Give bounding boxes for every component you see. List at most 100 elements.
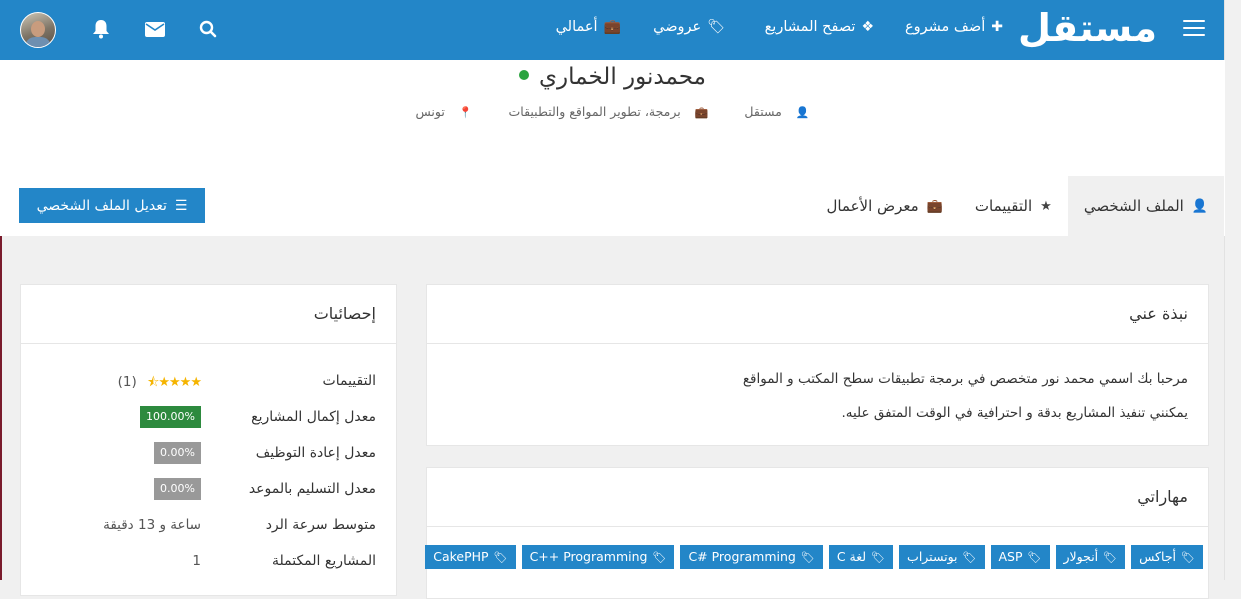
plus-icon: ✚ [991, 19, 1003, 35]
tab-portfolio-label: معرض الأعمال [826, 197, 919, 215]
stats-label: متوسط سرعة الرد [265, 517, 376, 533]
tag-icon: 🏷 [493, 551, 508, 564]
stats-label: معدل إكمال المشاريع [251, 409, 376, 425]
edit-profile-label: تعديل الملف الشخصي [36, 197, 167, 214]
page-scrollbar[interactable] [1224, 0, 1241, 580]
skills-list: 🏷 أجاكس 🏷 أنجولار 🏷 ASP 🏷 بوتستراب 🏷 لغة C 🏷 C… [419, 545, 1203, 569]
nav-my-works-label: أعمالي [555, 19, 598, 35]
skill-tag-label: لغة C [836, 549, 867, 564]
completion-rate-badge: 100.00% [140, 406, 201, 428]
stats-row-response: متوسط سرعة الرد ساعة و 13 دقيقة [21, 509, 396, 545]
stats-row-completed: المشاريع المكتملة 1 [21, 545, 396, 581]
hamburger-menu-icon[interactable] [1183, 20, 1205, 38]
map-marker-icon: 📍 [458, 106, 473, 119]
skill-tag[interactable]: 🏷 بوتستراب [899, 545, 985, 569]
about-text: مرحبا بك اسمي محمد نور متخصص في برمجة تط… [427, 344, 1208, 430]
tag-icon: 🏷 [962, 551, 977, 564]
rating-stars-icon: ★★★★⯪ [147, 375, 202, 390]
user-icon: 👤 [795, 106, 810, 119]
nav-add-project-label: أضف مشروع [904, 19, 986, 35]
rehire-rate-badge: 0.00% [154, 442, 201, 464]
ticket-icon: 🏷 [707, 19, 725, 35]
skill-tag[interactable]: 🏷 CakePHP [425, 545, 516, 569]
stats-row-rating: التقييمات ★★★★⯪ (1) [21, 365, 396, 401]
about-title: نبذة عني [427, 285, 1208, 344]
stats-value: 1 [192, 553, 201, 569]
stats-value: 100.00% [21, 406, 201, 428]
skill-tag-label: CakePHP [433, 549, 489, 564]
profile-specialty: 💼 برمجة، تطوير المواقع والتطبيقات [501, 104, 717, 119]
profile-location: 📍 تونس [407, 104, 480, 119]
stats-panel: إحصائيات التقييمات ★★★★⯪ (1) معدل إكمال … [20, 284, 397, 596]
stats-value: ساعة و 13 دقيقة [103, 517, 201, 533]
skills-title: مهاراتي [427, 468, 1208, 527]
stats-label: التقييمات [322, 373, 376, 389]
site-logo[interactable]: مستقل [1018, 6, 1157, 50]
stats-label: معدل إعادة التوظيف [255, 445, 376, 461]
stats-title: إحصائيات [21, 285, 396, 344]
tab-profile[interactable]: 👤 الملف الشخصي [1067, 176, 1224, 236]
tag-icon: 🏷 [652, 551, 667, 564]
nav-browse-projects-label: تصفح المشاريع [764, 19, 856, 35]
edit-profile-button[interactable]: ☰ تعديل الملف الشخصي [19, 188, 205, 223]
skill-tag[interactable]: 🏷 أجاكس [1131, 545, 1203, 569]
tag-icon: 🏷 [871, 551, 886, 564]
about-line: مرحبا بك اسمي محمد نور متخصص في برمجة تط… [742, 371, 1188, 387]
ontime-rate-badge: 0.00% [154, 478, 201, 500]
about-panel: نبذة عني مرحبا بك اسمي محمد نور متخصص في… [426, 284, 1209, 446]
nav-browse-projects[interactable]: ❖ تصفح المشاريع [765, 19, 874, 35]
nav-my-works[interactable]: 💼 أعمالي [556, 19, 621, 35]
stats-label: معدل التسليم بالموعد [248, 481, 376, 497]
nav-add-project[interactable]: ✚ أضف مشروع [905, 19, 1003, 35]
skill-tag[interactable]: 🏷 C++ Programming [521, 545, 675, 569]
nav-my-bids[interactable]: 🏷 عروضي [653, 19, 725, 35]
top-navbar: مستقل ✚ أضف مشروع ❖ تصفح المشاريع 🏷 عروضي 💼… [0, 0, 1225, 60]
profile-location-text: تونس [415, 104, 445, 119]
profile-role: 👤 مستقل [736, 104, 817, 119]
profile-name-text: محمدنور الخماري [539, 64, 706, 90]
star-icon: ★ [1040, 198, 1052, 214]
skill-tag[interactable]: 🏷 أنجولار [1055, 545, 1126, 569]
stats-row-ontime: معدل التسليم بالموعد 0.00% [21, 473, 396, 509]
tag-icon: 🏷 [1027, 551, 1042, 564]
briefcase-icon: 💼 [694, 106, 709, 119]
user-avatar[interactable] [20, 12, 56, 48]
skills-panel: مهاراتي [426, 467, 1209, 599]
skill-tag-label: ASP [998, 549, 1023, 564]
skill-tag-label: C++ Programming [529, 549, 648, 564]
stats-row-rehire: معدل إعادة التوظيف 0.00% [21, 437, 396, 473]
envelope-icon[interactable] [142, 16, 168, 42]
stats-row-completion: معدل إكمال المشاريع 100.00% [21, 401, 396, 437]
bell-icon[interactable] [88, 16, 114, 42]
profile-name: محمدنور الخماري [0, 64, 1225, 90]
about-line: يمكنني تنفيذ المشاريع بدقة و احترافية في… [841, 405, 1188, 421]
tag-icon: 🏷 [800, 551, 815, 564]
online-status-icon [519, 69, 530, 80]
profile-specialty-text: برمجة، تطوير المواقع والتطبيقات [508, 104, 681, 119]
stats-value: 0.00% [21, 442, 201, 464]
stats-value: 0.00% [21, 478, 201, 500]
skill-tag-label: بوتستراب [907, 549, 958, 564]
tag-icon: 🏷 [1181, 551, 1195, 564]
search-icon[interactable] [195, 16, 221, 42]
rating-count: (1) [117, 374, 137, 390]
skill-tag-label: C# Programming [688, 549, 796, 564]
cubes-icon: ❖ [861, 19, 874, 35]
skill-tag-label: أنجولار [1063, 549, 1099, 564]
profile-role-text: مستقل [744, 104, 782, 119]
profile-meta: 👤مستقل 💼برمجة، تطوير المواقع والتطبيقات … [0, 104, 1225, 119]
sliders-icon: ☰ [174, 197, 188, 214]
tab-portfolio[interactable]: 💼 معرض الأعمال [810, 176, 958, 236]
skill-tag[interactable]: 🏷 ASP [990, 545, 1050, 569]
tag-icon: 🏷 [1103, 551, 1118, 564]
tab-reviews[interactable]: ★ التقييمات [959, 176, 1068, 236]
tab-profile-label: الملف الشخصي [1083, 197, 1184, 215]
briefcase-icon: 💼 [926, 198, 943, 214]
stats-label: المشاريع المكتملة [271, 553, 376, 569]
skill-tag[interactable]: 🏷 C# Programming [680, 545, 823, 569]
briefcase-icon: 💼 [603, 19, 621, 35]
skill-tag[interactable]: 🏷 لغة C [828, 545, 894, 569]
nav-my-bids-label: عروضي [653, 19, 702, 35]
user-icon: 👤 [1191, 198, 1208, 214]
stats-value: ★★★★⯪ (1) [21, 373, 202, 395]
